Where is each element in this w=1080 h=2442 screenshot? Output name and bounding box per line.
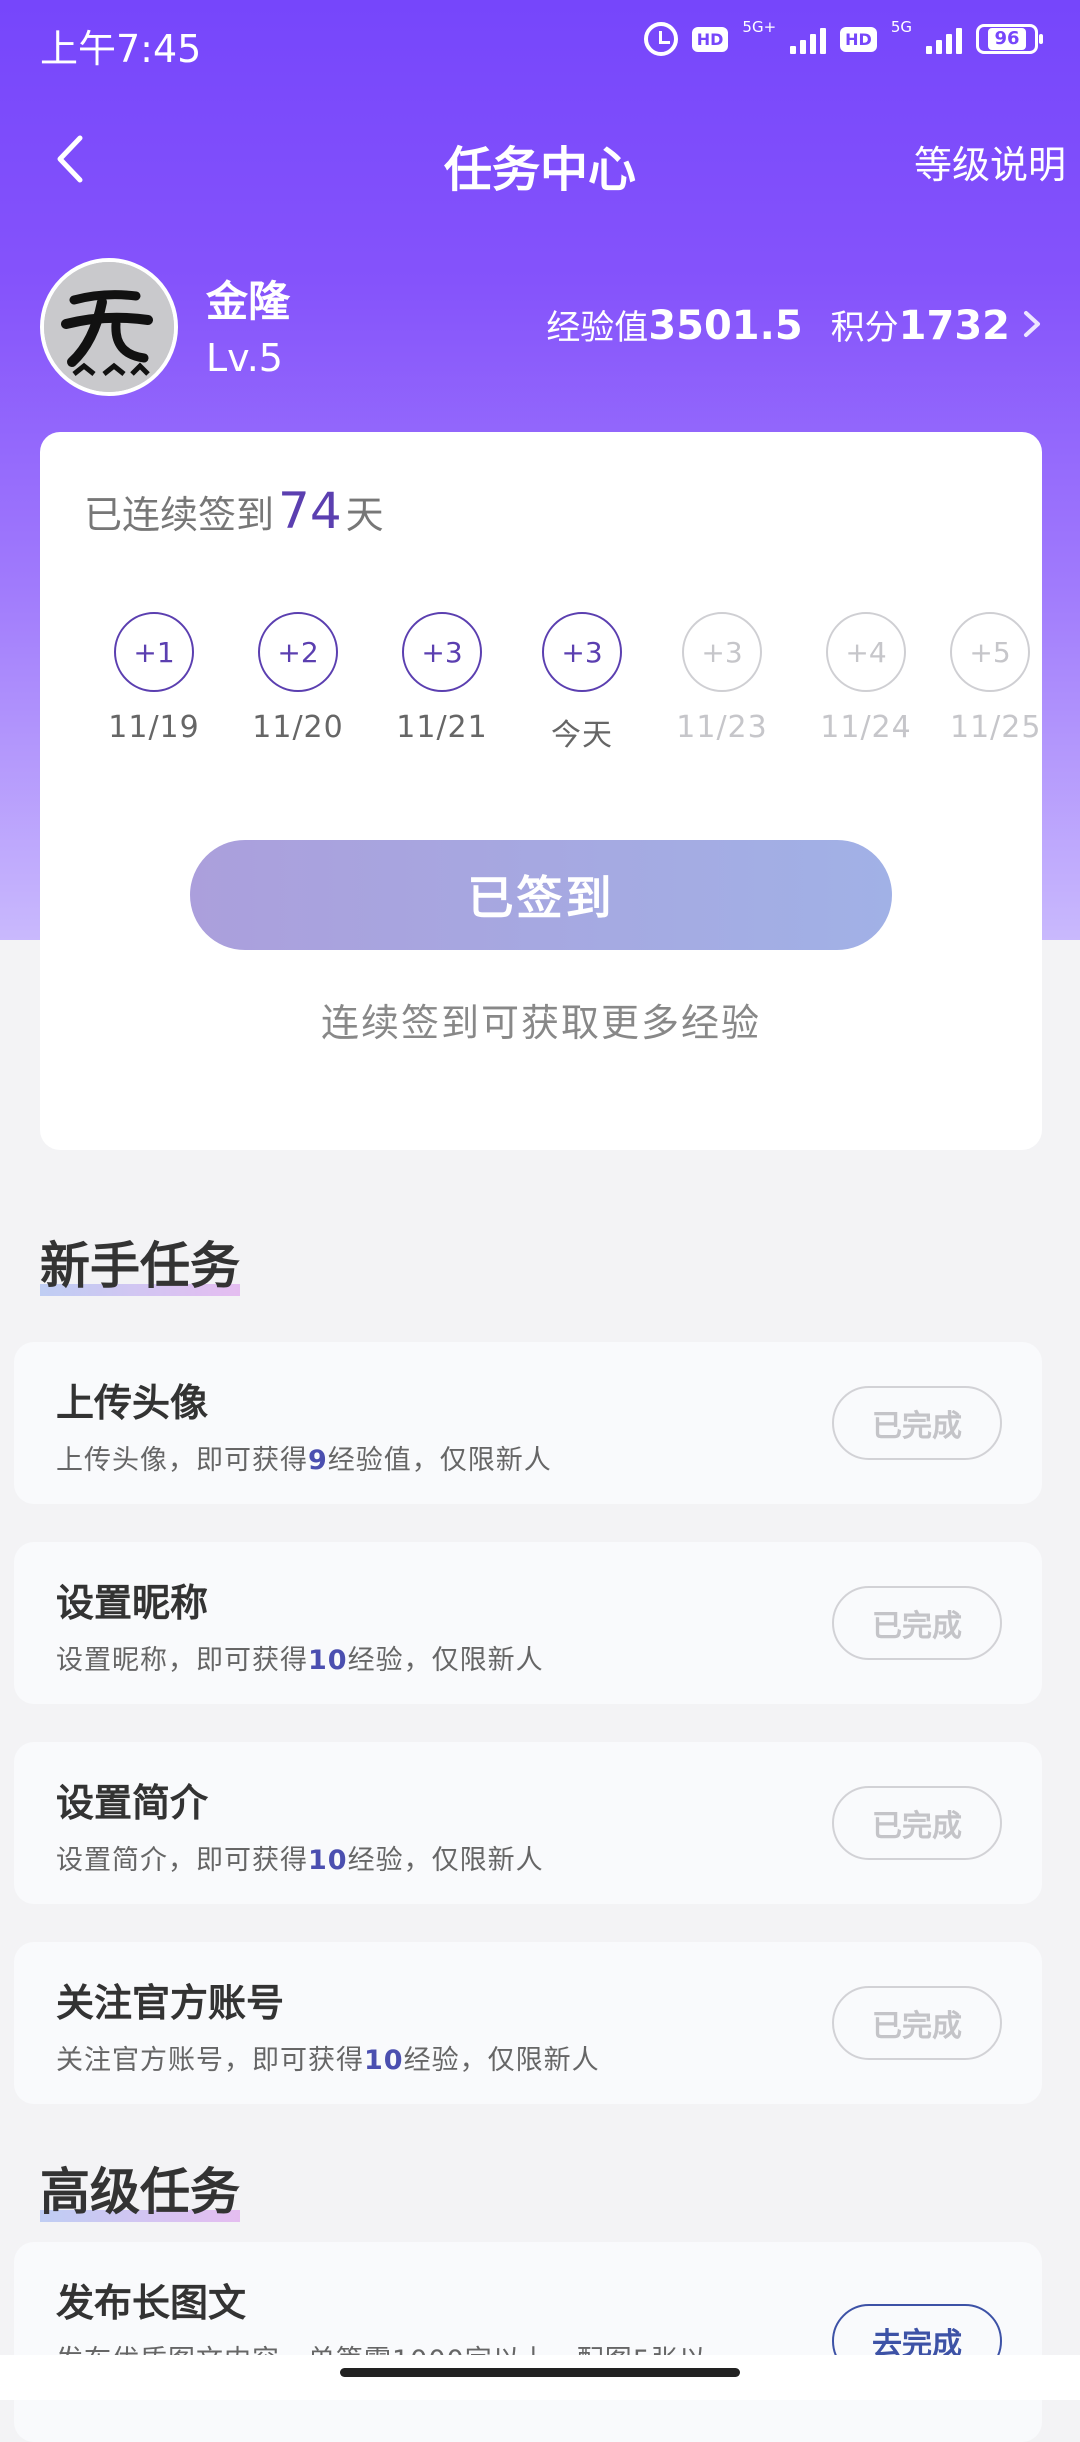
task-desc-a: 上传头像，即可获得: [56, 1445, 308, 1476]
points-label: 积分: [830, 308, 899, 348]
day-date: 11/24: [820, 710, 912, 745]
nav-bar: 任务中心 等级说明: [0, 110, 1080, 210]
task-desc-a: 关注官方账号，即可获得: [56, 2045, 364, 2076]
status-time: 上午7:45: [40, 27, 202, 71]
task-card: 关注官方账号 关注官方账号，即可获得10经验，仅限新人 已完成: [14, 1942, 1042, 2104]
task-card: 发布长图文 发布优质图文内容，单篇需1000字以上，配图5张以 去完成: [14, 2242, 1042, 2442]
task-desc-b: 经验，仅限新人: [347, 1645, 544, 1676]
section-title-newbie: 新手任务: [40, 1226, 240, 1298]
task-name: 关注官方账号: [56, 1981, 285, 2025]
stats-summary[interactable]: 经验值 3501.5 积分 1732: [546, 300, 1044, 349]
network-type: 5G+: [742, 18, 777, 36]
user-level: Lv.5: [206, 336, 283, 380]
day-date: 11/23: [676, 710, 768, 745]
exp-label: 经验值: [546, 308, 649, 348]
task-card: 设置昵称 设置昵称，即可获得10经验，仅限新人 已完成: [14, 1542, 1042, 1704]
signin-days-row: +1 11/19 +2 11/20 +3 11/21 +3 今天 +3 11/2…: [40, 612, 1042, 754]
streak-text: 已连续签到 74 天: [84, 482, 384, 540]
task-completed-button[interactable]: 已完成: [832, 1986, 1002, 2060]
task-desc-b: 经验，仅限新人: [347, 1845, 544, 1876]
task-reward-num: 10: [308, 1645, 348, 1676]
signin-day: +2 11/20: [238, 612, 358, 745]
signin-day-future: +5 11/25: [950, 612, 1042, 745]
task-reward-num: 9: [308, 1445, 328, 1476]
streak-prefix: 已连续签到: [84, 493, 275, 537]
day-date: 11/19: [108, 710, 200, 745]
day-reward: +4: [826, 612, 906, 692]
exp-value: 3501.5: [648, 303, 803, 349]
avatar-calligraphy-image: [44, 262, 174, 392]
day-date: 今天: [551, 718, 613, 753]
streak-suffix: 天: [345, 493, 384, 537]
day-date: 11/20: [252, 710, 344, 745]
signin-day: +3 11/21: [382, 612, 502, 745]
task-desc-b: 经验值，仅限新人: [327, 1445, 552, 1476]
points-value: 1732: [898, 303, 1010, 349]
signin-card: 已连续签到 74 天 +1 11/19 +2 11/20 +3 11/21 +3…: [40, 432, 1042, 1150]
task-desc-a: 设置简介，即可获得: [56, 1845, 308, 1876]
task-completed-button[interactable]: 已完成: [832, 1786, 1002, 1860]
task-name: 发布长图文: [56, 2281, 247, 2325]
hd-badge-2: HD: [840, 26, 877, 52]
home-indicator[interactable]: [340, 2368, 740, 2377]
task-completed-button[interactable]: 已完成: [832, 1586, 1002, 1660]
section-title-advanced: 高级任务: [40, 2152, 240, 2224]
chevron-right-icon: [1024, 311, 1040, 337]
bottom-bar: [0, 2355, 1080, 2400]
task-name: 设置简介: [56, 1781, 209, 1825]
signal-icon: [790, 24, 827, 54]
task-reward-num: 10: [364, 2045, 404, 2076]
task-completed-button[interactable]: 已完成: [832, 1386, 1002, 1460]
section-title-text: 高级任务: [40, 2163, 240, 2221]
day-reward: +3: [682, 612, 762, 692]
task-desc-b: 经验，仅限新人: [403, 2045, 600, 2076]
task-desc-a: 设置昵称，即可获得: [56, 1645, 308, 1676]
battery-level: 96: [988, 28, 1026, 50]
day-date: 11/21: [396, 710, 488, 745]
username: 金隆: [206, 277, 291, 326]
day-date: 11/25: [950, 710, 1042, 745]
task-desc: 设置简介，即可获得10经验，仅限新人: [56, 1838, 544, 1877]
alarm-icon: [643, 22, 678, 56]
battery-icon: 96: [976, 24, 1043, 54]
day-reward: +3: [542, 612, 622, 692]
signed-in-button[interactable]: 已签到: [190, 840, 892, 950]
signin-day-today: +3 今天: [522, 612, 642, 754]
task-desc: 设置昵称，即可获得10经验，仅限新人: [56, 1638, 544, 1677]
day-reward: +5: [950, 612, 1030, 692]
section-title-text: 新手任务: [40, 1237, 240, 1295]
status-icons: HD 5G+ HD 5G 96: [643, 18, 1043, 56]
task-desc: 关注官方账号，即可获得10经验，仅限新人: [56, 2038, 600, 2077]
signin-hint: 连续签到可获取更多经验: [320, 1001, 761, 1045]
signin-day-future: +3 11/23: [662, 612, 782, 745]
network-type-2: 5G: [890, 18, 912, 36]
task-reward-num: 10: [308, 1845, 348, 1876]
task-card: 上传头像 上传头像，即可获得9经验值，仅限新人 已完成: [14, 1342, 1042, 1504]
streak-days: 74: [278, 482, 342, 540]
hd-badge: HD: [691, 26, 729, 52]
day-reward: +2: [258, 612, 338, 692]
signin-day: +1 11/19: [94, 612, 214, 745]
signin-day-future: +4 11/24: [806, 612, 926, 745]
day-reward: +3: [402, 612, 482, 692]
level-explanation-link[interactable]: 等级说明: [914, 134, 1066, 189]
task-desc: 上传头像，即可获得9经验值，仅限新人: [56, 1438, 552, 1477]
task-card: 设置简介 设置简介，即可获得10经验，仅限新人 已完成: [14, 1742, 1042, 1904]
day-reward: +1: [114, 612, 194, 692]
task-name: 上传头像: [56, 1381, 209, 1425]
task-name: 设置昵称: [56, 1581, 209, 1625]
avatar[interactable]: [40, 258, 178, 396]
status-bar: 上午7:45 HD 5G+ HD 5G 96: [0, 0, 1080, 90]
signal-icon-2: [926, 24, 962, 54]
